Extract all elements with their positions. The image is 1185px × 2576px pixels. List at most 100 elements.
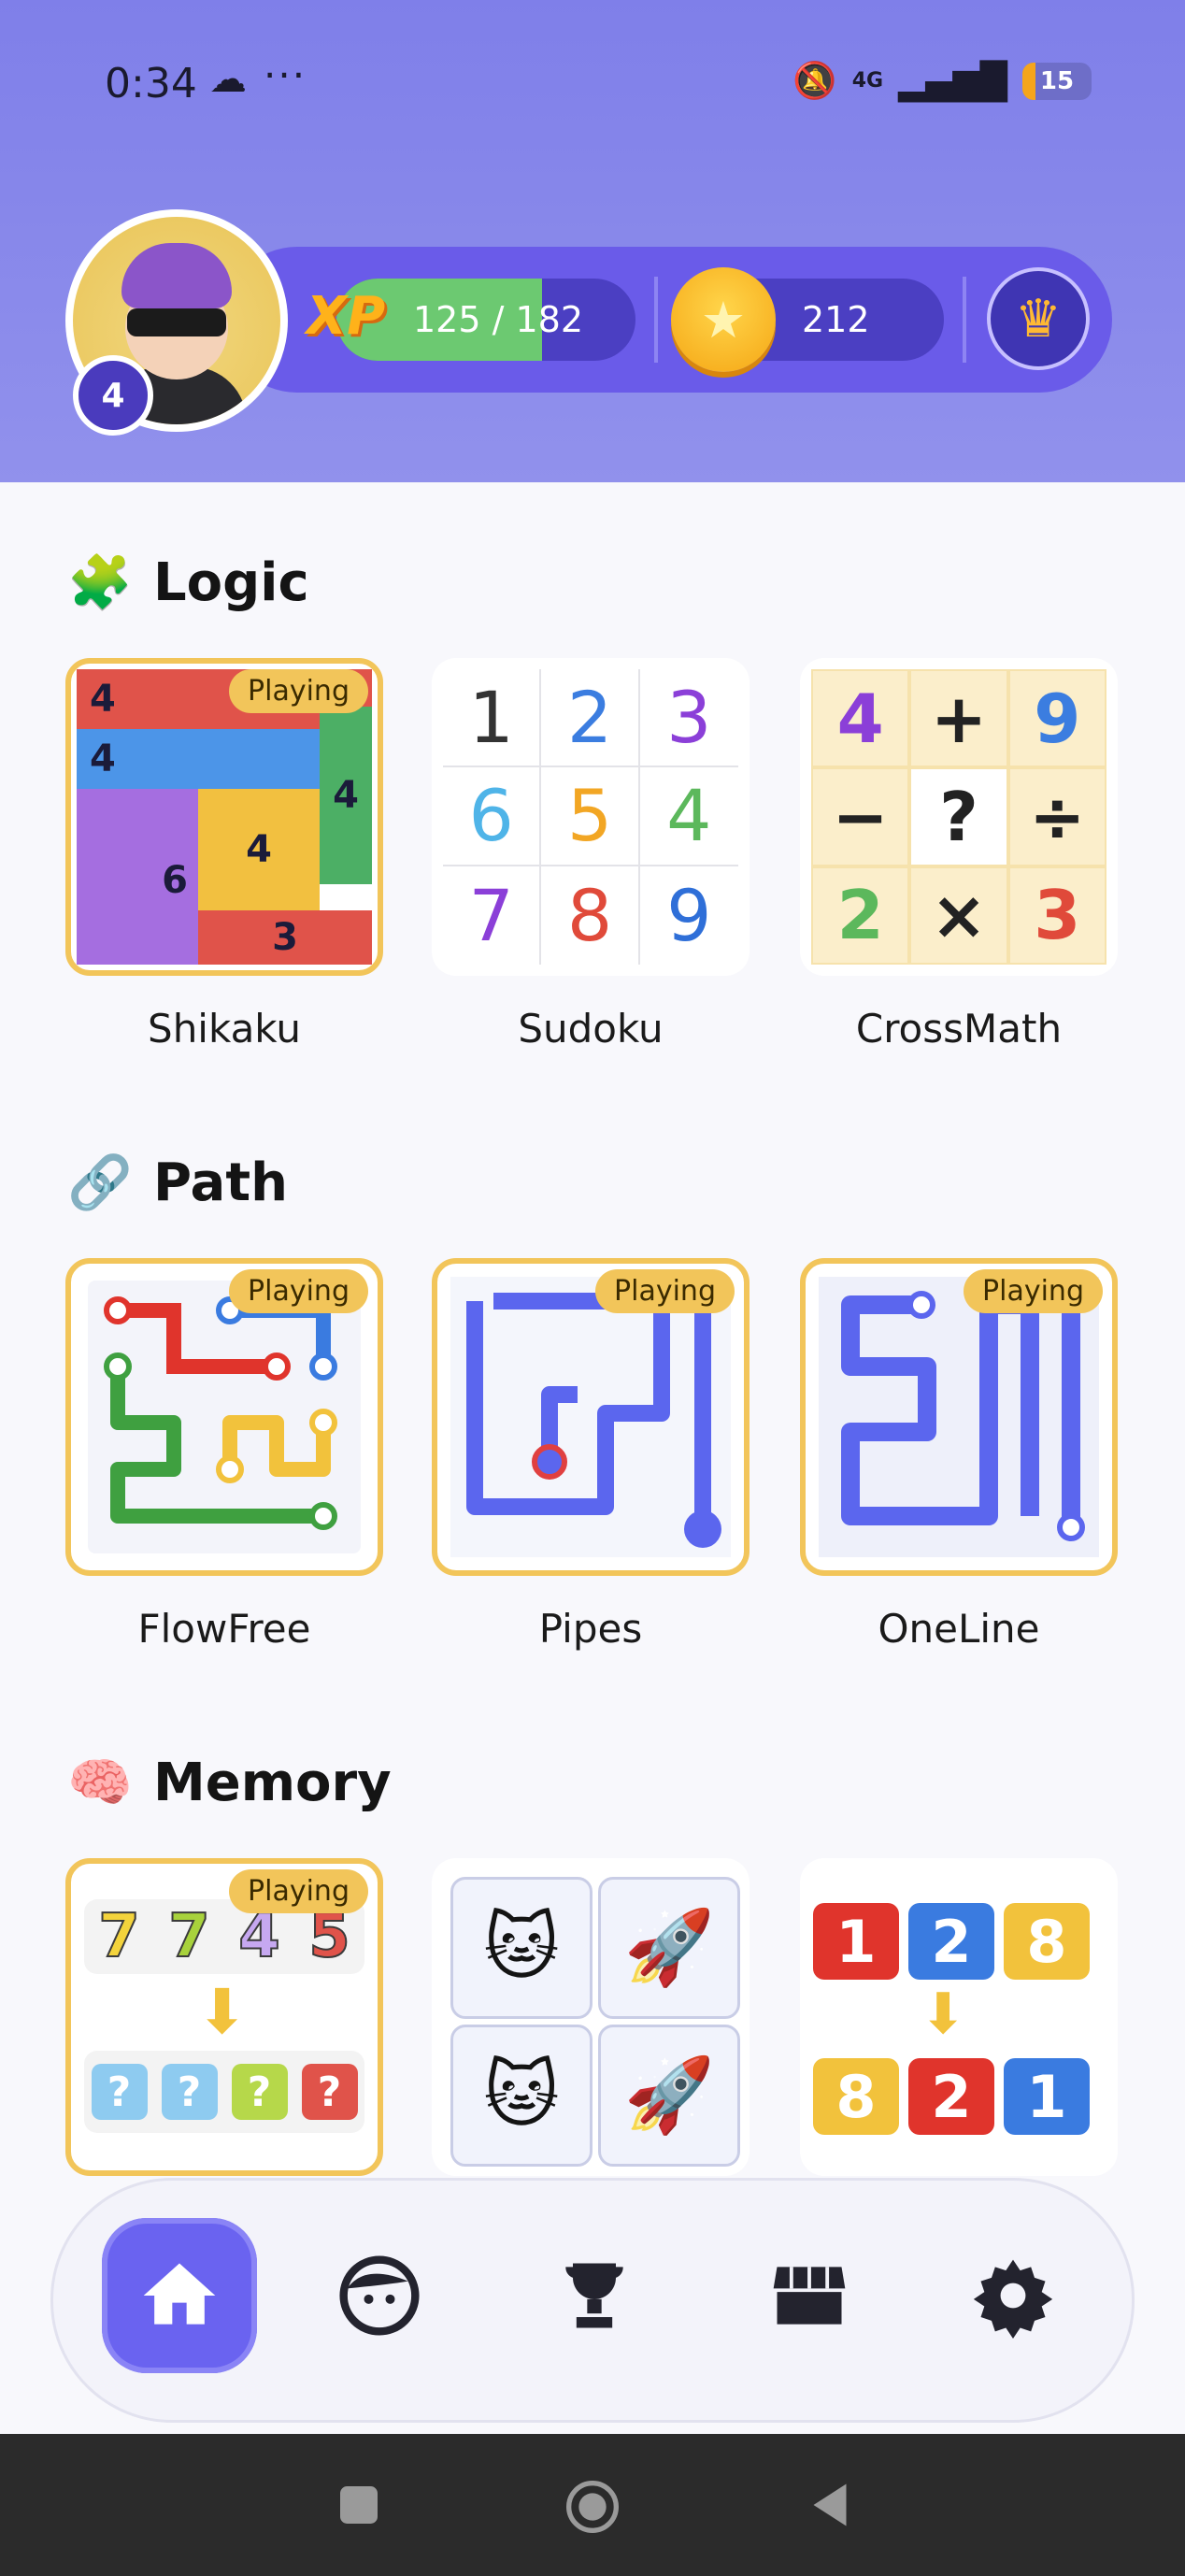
crossmath-cell: ? [909, 767, 1008, 866]
game-label: OneLine [878, 1606, 1040, 1652]
shikaku-region: 3 [198, 910, 372, 965]
shikaku-region: 4 [77, 729, 320, 789]
xp-value: 125 / 182 [413, 299, 584, 340]
shikaku-preview: 4 4 4 6 4 3 [77, 669, 372, 965]
sudoku-cell: 5 [541, 767, 640, 866]
recents-button[interactable] [331, 2477, 387, 2533]
cat-face-icon: 🐱 [450, 1877, 592, 2019]
game-card-memory-pairs[interactable]: 🐱 🚀 🐱 🚀 [432, 1858, 750, 2176]
system-nav-bar [0, 2434, 1185, 2576]
sequence-digit: 7 [97, 1901, 141, 1972]
avatar-hair [121, 243, 232, 308]
order-tile: 1 [813, 1903, 899, 1980]
game-card-memory-sequence[interactable]: Playing 7 7 4 5 ⬇ ? ? ? ? [65, 1858, 383, 2176]
sudoku-preview: 123654789 [443, 669, 738, 965]
game-card-memory-order[interactable]: 1 2 8 ⬇ 8 2 1 [800, 1858, 1118, 2176]
crossmath-cell: 2 [811, 866, 910, 965]
crown-button[interactable]: ♛ [987, 267, 1090, 370]
square-icon [340, 2486, 378, 2524]
coins-value: 212 [802, 299, 870, 340]
crossmath-cell: × [909, 866, 1008, 965]
game-card-pipes[interactable]: Playing [432, 1258, 750, 1576]
game-label: Pipes [538, 1606, 643, 1652]
playing-badge: Playing [229, 1269, 368, 1313]
nav-settings[interactable] [935, 2218, 1091, 2373]
status-time: 0:34 [105, 60, 197, 107]
sudoku-cell: 6 [443, 767, 542, 866]
back-button[interactable] [802, 2477, 858, 2533]
game-card-flowfree[interactable]: Playing [65, 1258, 383, 1576]
nav-profile[interactable] [302, 2218, 457, 2373]
hidden-tile: ? [161, 2064, 218, 2120]
nav-store[interactable] [732, 2218, 887, 2373]
sudoku-cell: 1 [443, 669, 542, 768]
divider [654, 277, 658, 363]
circle-icon [566, 2481, 619, 2533]
order-tile: 2 [908, 2058, 994, 2135]
crossmath-cell: 3 [1007, 866, 1106, 965]
hidden-tile: ? [301, 2064, 358, 2120]
section-title-logic: 🧩 Logic [67, 551, 309, 614]
hidden-tile: ? [231, 2064, 288, 2120]
crossmath-cell: 4 [811, 669, 910, 768]
nav-home[interactable] [102, 2218, 257, 2373]
crossmath-cell: ÷ [1007, 767, 1106, 866]
game-card-oneline[interactable]: Playing [800, 1258, 1118, 1576]
crown-icon: ♛ [1014, 288, 1063, 350]
shikaku-region: 4 [77, 669, 206, 729]
playing-badge: Playing [595, 1269, 735, 1313]
face-icon [339, 2255, 420, 2336]
sudoku-cell: 2 [541, 669, 640, 768]
crossmath-preview: 4 +9−? ÷ 2 × 3 [811, 669, 1106, 965]
brain-icon: 🧠 [67, 1753, 133, 1813]
playing-badge: Playing [229, 669, 368, 713]
battery-icon: 15 [1022, 62, 1092, 100]
back-triangle-icon [813, 2483, 847, 2526]
section-title-path: 🔗 Path [67, 1152, 288, 1214]
cloud-icon: ☁ [209, 58, 247, 101]
section-label: Memory [153, 1752, 392, 1813]
signal-icon: ▂▄▆█ [898, 60, 1007, 102]
sequence-row: ? ? ? ? [84, 2051, 364, 2133]
game-card-shikaku[interactable]: Playing 4 4 4 6 4 3 [65, 658, 383, 976]
gear-icon [973, 2259, 1053, 2339]
sequence-digit: 7 [167, 1901, 211, 1972]
crossmath-cell: − [811, 767, 910, 866]
xp-icon: XP [306, 285, 386, 347]
sudoku-cell: 4 [639, 767, 738, 866]
home-icon [143, 2263, 216, 2325]
cat-face-icon: 🐱 [450, 2025, 592, 2167]
game-card-sudoku[interactable]: 123654789 [432, 658, 750, 976]
section-title-memory: 🧠 Memory [67, 1752, 392, 1814]
shikaku-region: 4 [198, 789, 320, 910]
sudoku-cell: 8 [541, 866, 640, 965]
section-label: Path [153, 1152, 288, 1213]
shikaku-number: 6 [151, 852, 198, 909]
link-icon: 🔗 [67, 1152, 133, 1213]
game-label: Shikaku [148, 1006, 301, 1052]
section-label: Logic [153, 551, 309, 613]
arrow-down-icon: ⬇ [920, 1982, 967, 2047]
home-system-button[interactable] [563, 2477, 619, 2533]
store-icon [773, 2267, 846, 2325]
status-more: ··· [264, 52, 307, 98]
network-label: 4G [851, 69, 884, 93]
order-tile: 2 [908, 1903, 994, 1980]
level-badge: 4 [73, 355, 153, 436]
sudoku-cell: 7 [443, 866, 542, 965]
hidden-tile: ? [91, 2064, 148, 2120]
game-card-crossmath[interactable]: 4 +9−? ÷ 2 × 3 [800, 658, 1118, 976]
game-label: FlowFree [137, 1606, 311, 1652]
order-tile: 8 [1004, 1903, 1090, 1980]
order-tile: 1 [1004, 2058, 1090, 2135]
nav-trophy[interactable] [517, 2218, 672, 2373]
avatar-sunglasses [127, 308, 226, 336]
bell-muted-icon: 🔕 [792, 60, 837, 101]
bottom-nav [50, 2178, 1135, 2423]
status-bar: 0:34 ☁ ··· 🔕 4G ▂▄▆█ 15 [105, 52, 1092, 112]
shikaku-region: 4 [320, 707, 372, 884]
sudoku-cell: 9 [666, 873, 712, 957]
trophy-icon [565, 2263, 623, 2328]
battery-level: 15 [1039, 66, 1075, 95]
rocket-icon: 🚀 [598, 1877, 740, 2019]
